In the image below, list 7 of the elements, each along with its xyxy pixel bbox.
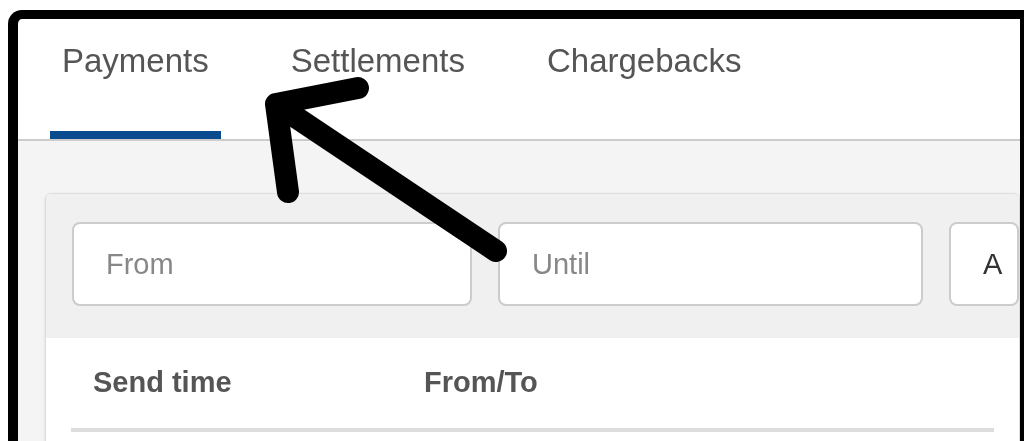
tab[interactable]: Chargebacks (535, 19, 754, 139)
tab[interactable]: Settlements (278, 19, 477, 139)
input-field[interactable]: From (72, 222, 472, 306)
column-header: Send time (92, 365, 233, 401)
input-field[interactable]: Until (498, 222, 923, 306)
column-header: From/To (423, 365, 539, 401)
input-field[interactable]: A (949, 222, 1019, 306)
